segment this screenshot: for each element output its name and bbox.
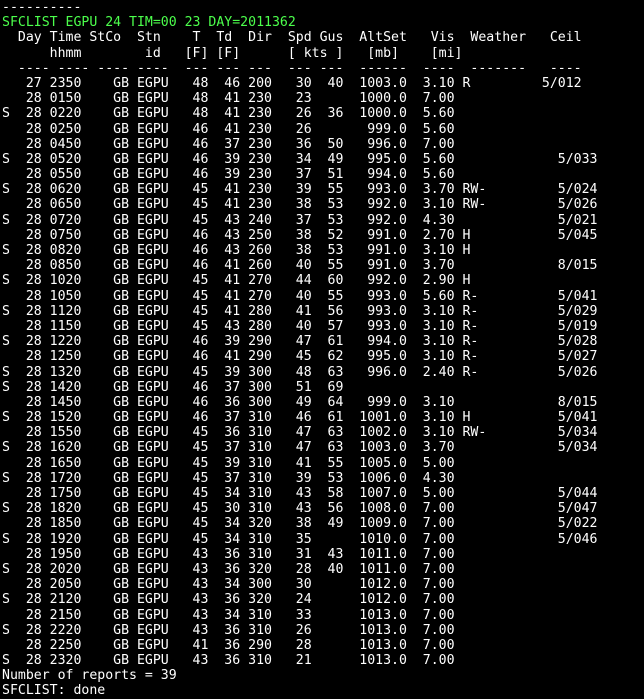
terminal-line: 28 1450 GB EGPU 46 36 300 49 64 999.0 3.… (2, 394, 598, 410)
terminal-line: 28 1950 GB EGPU 43 36 310 31 43 1011.0 7… (2, 546, 455, 562)
terminal-line: 28 0850 GB EGPU 46 41 260 40 55 991.0 3.… (2, 258, 598, 274)
terminal-line: S 28 1620 GB EGPU 45 37 310 47 63 1003.0… (2, 440, 598, 456)
terminal-line: ---- ---- ---- ---- --- --- --- --- --- … (2, 60, 582, 76)
terminal-line: S 28 2220 GB EGPU 43 36 310 26 1013.0 7.… (2, 622, 455, 638)
terminal-line: 28 1550 GB EGPU 45 36 310 47 63 1002.0 3… (2, 425, 598, 441)
terminal-line: S 28 2320 GB EGPU 43 36 310 21 1013.0 7.… (2, 653, 455, 669)
terminal-line: 28 0150 GB EGPU 48 41 230 23 1000.0 7.00 (2, 91, 455, 107)
terminal-line: S 28 1220 GB EGPU 46 39 290 47 61 994.0 … (2, 334, 598, 350)
terminal-line: S 28 1420 GB EGPU 46 37 300 51 69 (2, 379, 344, 395)
terminal-line: S 28 1020 GB EGPU 45 41 270 44 60 992.0 … (2, 273, 471, 289)
terminal-line: 28 0250 GB EGPU 46 41 230 26 999.0 5.60 (2, 121, 455, 137)
terminal-line: Day Time StCo Stn T Td Dir Spd Gus AltSe… (2, 30, 582, 46)
terminal-line: S 28 0520 GB EGPU 46 39 230 34 49 995.0 … (2, 151, 598, 167)
terminal-line: S 28 1920 GB EGPU 45 34 310 35 1010.0 7.… (2, 531, 598, 547)
terminal-line: 28 1150 GB EGPU 45 43 280 40 57 993.0 3.… (2, 318, 598, 334)
terminal-line: 28 0450 GB EGPU 46 37 230 36 50 996.0 7.… (2, 136, 455, 152)
terminal-line: S 28 1820 GB EGPU 45 30 310 43 56 1008.0… (2, 501, 598, 517)
terminal-line: 28 1850 GB EGPU 45 34 320 38 49 1009.0 7… (2, 516, 598, 532)
terminal-line: 28 2050 GB EGPU 43 34 300 30 1012.0 7.00 (2, 577, 455, 593)
terminal-line: 28 1750 GB EGPU 45 34 310 43 58 1007.0 5… (2, 486, 598, 501)
terminal-line: SFCLIST EGPU 24 TIM=00 23 DAY=2011362 (2, 15, 296, 31)
terminal-line: S 28 1120 GB EGPU 45 41 280 41 56 993.0 … (2, 303, 598, 319)
terminal-line: 28 2250 GB EGPU 41 36 290 28 1013.0 7.00 (2, 637, 455, 653)
terminal-line: S 28 0620 GB EGPU 45 41 230 39 55 993.0 … (2, 182, 598, 198)
terminal-line: 28 1250 GB EGPU 46 41 290 45 62 995.0 3.… (2, 349, 598, 365)
terminal-line: S 28 0220 GB EGPU 48 41 230 26 36 1000.0… (2, 106, 455, 122)
terminal-line: hhmm id [F] [F] [ kts ] [mb] [mi] (2, 45, 463, 61)
terminal-line: 28 1050 GB EGPU 45 41 270 40 55 993.0 5.… (2, 288, 598, 304)
terminal-line: ---------- (2, 0, 82, 15)
terminal-line: 28 0750 GB EGPU 46 43 250 38 52 991.0 2.… (2, 227, 598, 243)
terminal-line: S 28 1720 GB EGPU 45 37 310 39 53 1006.0… (2, 470, 455, 486)
terminal-line: Number of reports = 39 (2, 668, 177, 684)
terminal-line: S 28 2120 GB EGPU 43 36 320 24 1012.0 7.… (2, 592, 455, 608)
terminal-line: S 28 0720 GB EGPU 45 43 240 37 53 992.0 … (2, 212, 598, 228)
terminal-line: 28 0650 GB EGPU 45 41 230 38 53 992.0 3.… (2, 197, 598, 213)
terminal-window[interactable]: ---------- SFCLIST EGPU 24 TIM=00 23 DAY=… (0, 0, 644, 698)
terminal-line: SFCLIST: done (2, 683, 106, 699)
terminal-line: 28 2150 GB EGPU 43 34 310 33 1013.0 7.00 (2, 607, 455, 623)
terminal-line: 28 1650 GB EGPU 45 39 310 41 55 1005.0 5… (2, 455, 455, 471)
terminal-line: 28 0550 GB EGPU 46 39 230 37 51 994.0 5.… (2, 167, 455, 183)
terminal-line: 27 2350 GB EGPU 48 46 200 30 40 1003.0 3… (2, 75, 582, 91)
terminal-line: S 28 2020 GB EGPU 43 36 320 28 40 1011.0… (2, 561, 455, 577)
terminal-line: S 28 0820 GB EGPU 46 43 260 38 53 991.0 … (2, 243, 471, 258)
terminal-line: S 28 1320 GB EGPU 45 39 300 48 63 996.0 … (2, 364, 598, 380)
terminal-line: S 28 1520 GB EGPU 46 37 310 46 61 1001.0… (2, 410, 598, 426)
